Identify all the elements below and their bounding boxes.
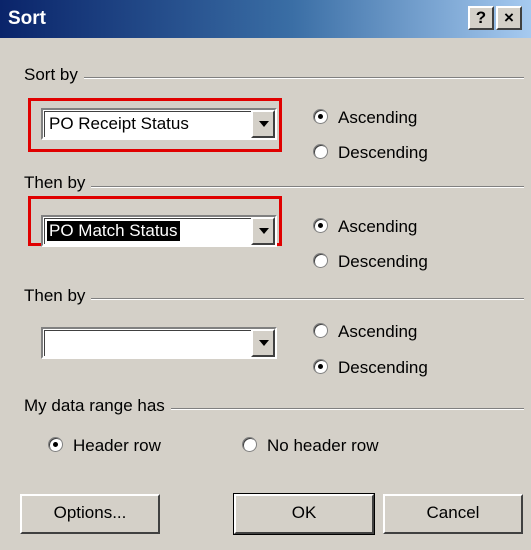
radio-label: Descending	[338, 358, 428, 377]
radio-label: Ascending	[338, 217, 418, 236]
window-title: Sort	[8, 8, 46, 29]
chevron-down-icon[interactable]	[251, 217, 275, 245]
radio-selected-icon	[48, 437, 63, 452]
then-by-2-combo[interactable]	[41, 327, 277, 359]
then-by-2-descending-radio[interactable]: Descending	[313, 358, 428, 378]
chevron-down-icon[interactable]	[251, 110, 275, 138]
help-icon[interactable]: ?	[468, 6, 494, 30]
then-by-1-label: Then by	[24, 173, 92, 193]
radio-unselected-icon	[313, 253, 328, 268]
radio-selected-icon	[313, 218, 328, 233]
sort-by-descending-radio[interactable]: Descending	[313, 143, 428, 163]
close-icon[interactable]: ×	[496, 6, 522, 30]
sort-by-label: Sort by	[24, 65, 84, 85]
options-button[interactable]: Options...	[20, 494, 160, 534]
title-bar: Sort ? ×	[0, 0, 531, 38]
then-by-2-label: Then by	[24, 286, 92, 306]
divider	[24, 298, 524, 300]
no-header-row-radio[interactable]: No header row	[242, 436, 379, 456]
radio-label: Descending	[338, 252, 428, 271]
divider	[24, 77, 524, 79]
then-by-1-descending-radio[interactable]: Descending	[313, 252, 428, 272]
radio-selected-icon	[313, 109, 328, 124]
sort-by-value: PO Receipt Status	[49, 114, 189, 133]
sort-by-combo[interactable]: PO Receipt Status	[41, 108, 277, 140]
then-by-1-value: PO Match Status	[47, 221, 180, 241]
radio-label: Ascending	[338, 108, 418, 127]
radio-unselected-icon	[313, 144, 328, 159]
data-range-label: My data range has	[24, 396, 171, 416]
divider	[24, 186, 524, 188]
then-by-1-ascending-radio[interactable]: Ascending	[313, 217, 417, 237]
chevron-down-icon[interactable]	[251, 329, 275, 357]
radio-selected-icon	[313, 359, 328, 374]
header-row-radio[interactable]: Header row	[48, 436, 161, 456]
then-by-1-combo[interactable]: PO Match Status	[41, 215, 277, 247]
cancel-button[interactable]: Cancel	[383, 494, 523, 534]
radio-label: Descending	[338, 143, 428, 162]
radio-label: No header row	[267, 436, 379, 455]
radio-unselected-icon	[242, 437, 257, 452]
then-by-2-ascending-radio[interactable]: Ascending	[313, 322, 417, 342]
radio-unselected-icon	[313, 323, 328, 338]
radio-label: Header row	[73, 436, 161, 455]
sort-by-ascending-radio[interactable]: Ascending	[313, 108, 417, 128]
radio-label: Ascending	[338, 322, 418, 341]
ok-button[interactable]: OK	[233, 493, 375, 535]
